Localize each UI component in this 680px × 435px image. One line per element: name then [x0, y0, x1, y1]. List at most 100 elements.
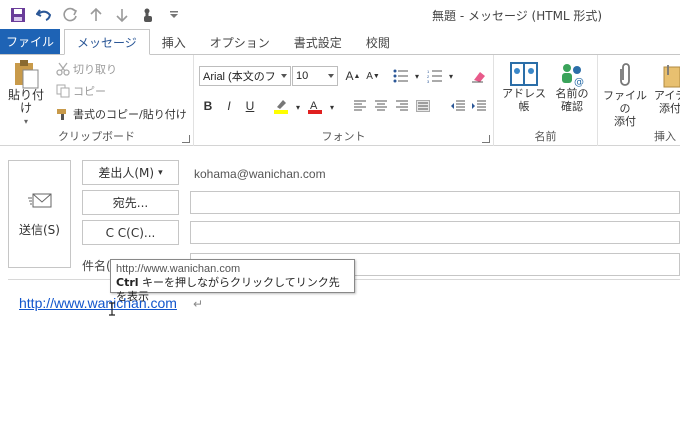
- font-color-icon[interactable]: A: [306, 97, 324, 115]
- tooltip-hint-line: Ctrl キーを押しながらクリックしてリンク先を表示: [116, 276, 349, 304]
- quick-access-toolbar: [0, 5, 184, 25]
- check-names-label-2: 確認: [561, 100, 583, 113]
- decrease-indent-icon[interactable]: [449, 97, 467, 115]
- check-names-button[interactable]: @ 名前の 確認: [550, 61, 594, 113]
- attach-item-label-1: アイテ: [653, 89, 680, 102]
- font-launcher-icon[interactable]: [482, 135, 490, 143]
- format-painter-label: 書式のコピー/貼り付け: [73, 108, 187, 121]
- tab-insert[interactable]: 挿入: [150, 30, 198, 54]
- to-button[interactable]: 宛先...: [82, 190, 179, 215]
- save-icon[interactable]: [8, 5, 28, 25]
- undo-icon[interactable]: [34, 5, 54, 25]
- clear-format-icon[interactable]: [470, 67, 488, 85]
- chevron-down-icon: ▾: [158, 167, 163, 178]
- svg-text:@: @: [574, 77, 584, 87]
- chevron-down-icon[interactable]: ▾: [289, 98, 307, 116]
- title-bar: 無題 - メッセージ (HTML 形式): [0, 0, 680, 30]
- up-icon[interactable]: [86, 5, 106, 25]
- tab-review[interactable]: 校閲: [354, 30, 402, 54]
- touch-icon[interactable]: [138, 5, 158, 25]
- cc-button[interactable]: C C(C)...: [82, 220, 179, 245]
- chevron-down-icon[interactable]: ▾: [323, 98, 341, 116]
- attach-file-label-2: 添付: [614, 115, 636, 128]
- align-center-icon[interactable]: [372, 97, 390, 115]
- attach-item-label-2: 添付: [659, 102, 680, 115]
- attach-item-button[interactable]: アイテ 添付: [650, 61, 680, 115]
- paste-icon: [15, 60, 39, 89]
- tab-message[interactable]: メッセージ: [64, 29, 150, 55]
- paste-label: 貼り付け: [7, 88, 44, 115]
- tab-format[interactable]: 書式設定: [282, 30, 354, 54]
- ribbon-tabs: ファイル メッセージ 挿入 オプション 書式設定 校閲: [0, 29, 680, 55]
- send-button[interactable]: 送信(S): [8, 160, 71, 268]
- highlight-icon[interactable]: [272, 97, 290, 115]
- from-label: 差出人(M): [98, 166, 155, 180]
- font-group-label: フォント: [321, 130, 366, 143]
- send-label: 送信(S): [19, 222, 60, 237]
- customize-icon[interactable]: [164, 5, 184, 25]
- from-address: kohama@wanichan.com: [194, 167, 326, 181]
- chevron-down-icon[interactable]: ▾: [408, 67, 426, 85]
- chevron-down-icon[interactable]: ▾: [442, 67, 460, 85]
- tooltip-hint: キーを押しながらクリックしてリンク先を表示: [116, 276, 340, 303]
- copy-icon: [56, 84, 70, 98]
- clipboard-group-label: クリップボード: [58, 130, 135, 143]
- address-book-label: アドレス帳: [502, 87, 546, 113]
- increase-indent-icon[interactable]: [470, 97, 488, 115]
- chevron-down-icon: ▾: [23, 117, 28, 126]
- attach-item-icon: [663, 65, 680, 88]
- attach-file-label-1: ファイルの: [603, 89, 647, 115]
- copy-button[interactable]: コピー: [56, 83, 106, 99]
- shrink-font-icon[interactable]: A ▼: [364, 67, 382, 85]
- font-size-value: 10: [296, 70, 309, 82]
- italic-button[interactable]: I: [220, 97, 238, 115]
- copy-label: コピー: [73, 85, 106, 98]
- window-title: 無題 - メッセージ (HTML 形式): [432, 9, 603, 23]
- chevron-down-icon: [281, 74, 287, 78]
- font-name-value: Arial (本文のフ: [203, 71, 276, 83]
- paperclip-icon: [620, 63, 630, 86]
- ribbon: 貼り付け ▾ 切り取り コピー 書式のコピー/貼り付け クリップボード Aria…: [0, 55, 680, 146]
- send-icon: [27, 193, 51, 207]
- bold-button[interactable]: B: [199, 97, 217, 115]
- link-tooltip: http://www.wanichan.com Ctrl キーを押しながらクリッ…: [110, 259, 355, 303]
- redo-icon[interactable]: [60, 5, 80, 25]
- check-names-icon: @: [562, 64, 584, 87]
- align-right-icon[interactable]: [393, 97, 411, 115]
- attach-file-button[interactable]: ファイルの 添付: [602, 61, 648, 128]
- chevron-down-icon: [328, 74, 334, 78]
- cut-label: 切り取り: [73, 63, 117, 76]
- grow-font-icon[interactable]: A ▲: [344, 67, 362, 85]
- justify-icon[interactable]: [414, 97, 432, 115]
- paste-button[interactable]: 貼り付け ▾: [4, 59, 48, 128]
- format-painter-button[interactable]: 書式のコピー/貼り付け: [56, 106, 187, 122]
- names-group: アドレス帳 @ 名前の 確認 名前: [494, 55, 598, 146]
- compose-area: 送信(S) 差出人(M) ▾ kohama@wanichan.com 宛先...…: [0, 147, 680, 435]
- tooltip-url: http://www.wanichan.com: [116, 263, 241, 275]
- font-size-combo[interactable]: 10: [292, 66, 338, 86]
- insert-group-label: 挿入: [654, 130, 676, 143]
- to-field[interactable]: [190, 191, 680, 214]
- check-names-label-1: 名前の: [555, 87, 589, 100]
- cc-field[interactable]: [190, 221, 680, 244]
- clipboard-launcher-icon[interactable]: [182, 135, 190, 143]
- clipboard-group: 貼り付け ▾ 切り取り コピー 書式のコピー/貼り付け クリップボード: [0, 55, 194, 146]
- font-name-combo[interactable]: Arial (本文のフ: [199, 66, 291, 86]
- text-cursor-icon: [109, 302, 115, 316]
- down-icon[interactable]: [112, 5, 132, 25]
- subject-label: 件名(: [82, 259, 111, 273]
- align-left-icon[interactable]: [351, 97, 369, 115]
- tab-file[interactable]: ファイル: [0, 29, 60, 54]
- underline-button[interactable]: U: [241, 97, 259, 115]
- brush-icon: [57, 109, 66, 120]
- scissors-icon: [56, 62, 70, 76]
- svg-text:3: 3: [427, 79, 430, 83]
- tab-options[interactable]: オプション: [198, 30, 282, 54]
- cut-button[interactable]: 切り取り: [56, 61, 117, 77]
- font-group: Arial (本文のフ 10 A ▲ A ▼ ▾ 123 ▾ B I U ▾ A ▾: [194, 55, 494, 146]
- names-group-label: 名前: [534, 130, 557, 143]
- address-book-button[interactable]: アドレス帳: [499, 61, 549, 113]
- insert-group: ファイルの 添付 アイテ 添付 挿入: [598, 55, 680, 146]
- tooltip-key: Ctrl: [116, 276, 139, 289]
- from-button[interactable]: 差出人(M) ▾: [82, 160, 179, 185]
